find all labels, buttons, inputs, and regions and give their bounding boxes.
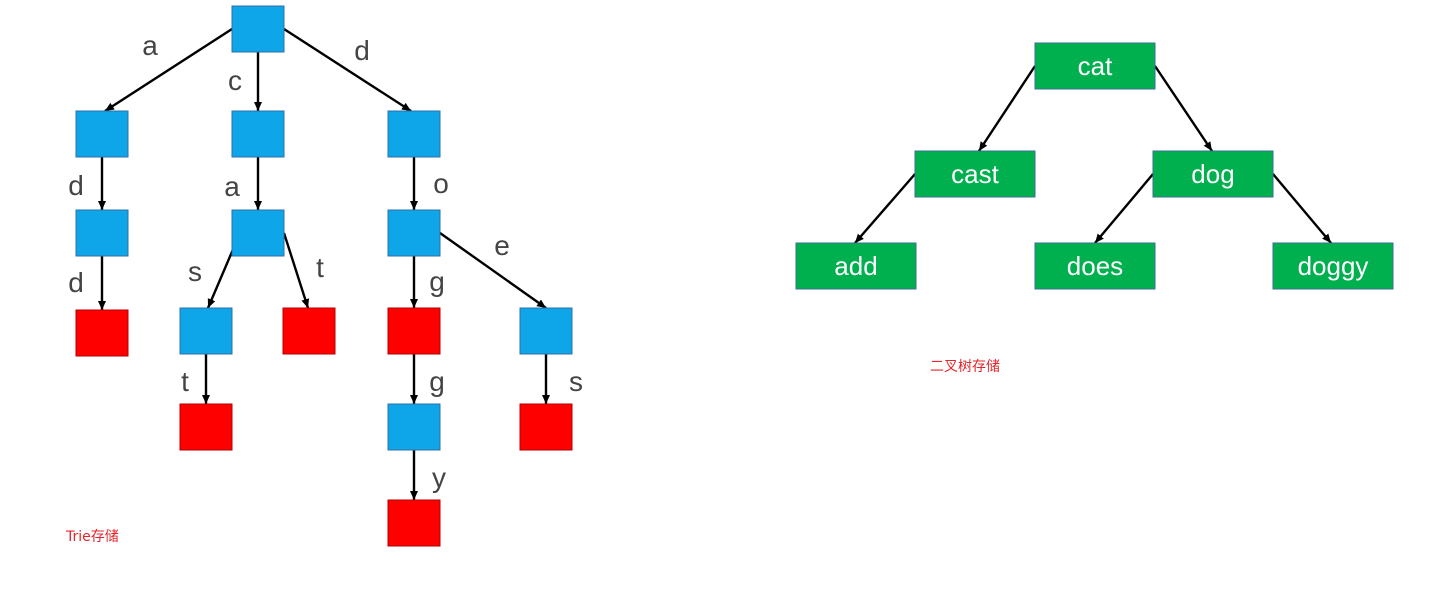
- trie-edge-label-ca-cas: s: [188, 256, 202, 287]
- trie-node-cast-terminal: [179, 403, 233, 451]
- trie-edge-label-a-ad: d: [68, 170, 84, 201]
- bt-node-dog: dog: [1152, 150, 1274, 198]
- trie-node-do: [387, 209, 441, 257]
- trie-edge-label-do-doe: e: [494, 230, 510, 261]
- trie-edge-label-dog-dogg: g: [429, 366, 445, 397]
- binary-tree-nodes: cat cast dog add does doggy: [795, 42, 1394, 290]
- trie-edge-labels: a c d d d a s t t o g g y e s: [68, 30, 583, 493]
- trie-node-a: [75, 110, 129, 158]
- trie-edge-label-root-d: d: [354, 35, 370, 66]
- bt-node-cast: cast: [914, 150, 1036, 198]
- trie-edge-root-d: [283, 27, 412, 113]
- trie-edge-label-root-a: a: [142, 30, 158, 61]
- trie-caption: Trie存储: [66, 529, 119, 545]
- trie-edge-label-c-ca: a: [224, 171, 240, 202]
- trie-edge-label-d-do: o: [433, 168, 449, 199]
- bt-node-doggy: doggy: [1272, 242, 1394, 290]
- bt-edge-dog-does: [1094, 173, 1154, 244]
- trie-edge-root-a: [104, 27, 233, 113]
- trie-node-dogg: [387, 403, 441, 451]
- trie-node-dog-terminal: [387, 307, 441, 355]
- trie-node-c: [231, 110, 285, 158]
- trie-node-ad: [75, 209, 129, 257]
- binary-tree-caption: 二叉树存储: [930, 359, 1000, 375]
- bt-node-cat: cat: [1034, 42, 1156, 90]
- trie-node-ca: [231, 209, 285, 257]
- trie-node-cat-terminal: [282, 307, 336, 355]
- trie-edge-label-do-dog: g: [429, 266, 445, 297]
- trie-node-d: [387, 110, 441, 158]
- bt-node-label-cat: cat: [1078, 51, 1113, 81]
- trie-edge-label-doe-does: s: [569, 366, 583, 397]
- trie-node-add-terminal: [75, 309, 129, 357]
- bt-node-label-doggy: doggy: [1298, 251, 1369, 281]
- trie-edge-label-ca-cat: t: [316, 252, 324, 283]
- trie-edges: [98, 27, 550, 500]
- trie-node-root: [231, 5, 285, 53]
- trie-node-cas: [179, 307, 233, 355]
- bt-edge-dog-doggy: [1272, 173, 1332, 244]
- trie-nodes: [75, 5, 573, 547]
- bt-edge-cast-add: [854, 173, 916, 244]
- bt-node-label-add: add: [834, 251, 877, 281]
- trie-edge-label-dogg-doggy: y: [432, 462, 446, 493]
- bt-node-does: does: [1034, 242, 1156, 290]
- trie-edge-label-root-c: c: [228, 65, 242, 96]
- bt-node-label-cast: cast: [951, 159, 999, 189]
- trie-node-doggy-terminal: [387, 499, 441, 547]
- bt-node-label-dog: dog: [1191, 159, 1234, 189]
- trie-edge-do-doe: [439, 232, 547, 309]
- trie-edge-label-cas-cast: t: [181, 366, 189, 397]
- trie-edge-ca-cat: [282, 232, 310, 309]
- trie-edge-label-ad-add: d: [68, 267, 84, 298]
- diagram-canvas: a c d d d a s t t o g g y e s cat cast dog add does doggy: [68, 5, 1394, 547]
- trie-node-doe: [519, 307, 573, 355]
- bt-node-label-does: does: [1067, 251, 1123, 281]
- bt-edge-cat-cast: [977, 65, 1037, 152]
- trie-node-does-terminal: [519, 403, 573, 451]
- bt-edge-cat-dog: [1154, 65, 1213, 152]
- bt-node-add: add: [795, 242, 917, 290]
